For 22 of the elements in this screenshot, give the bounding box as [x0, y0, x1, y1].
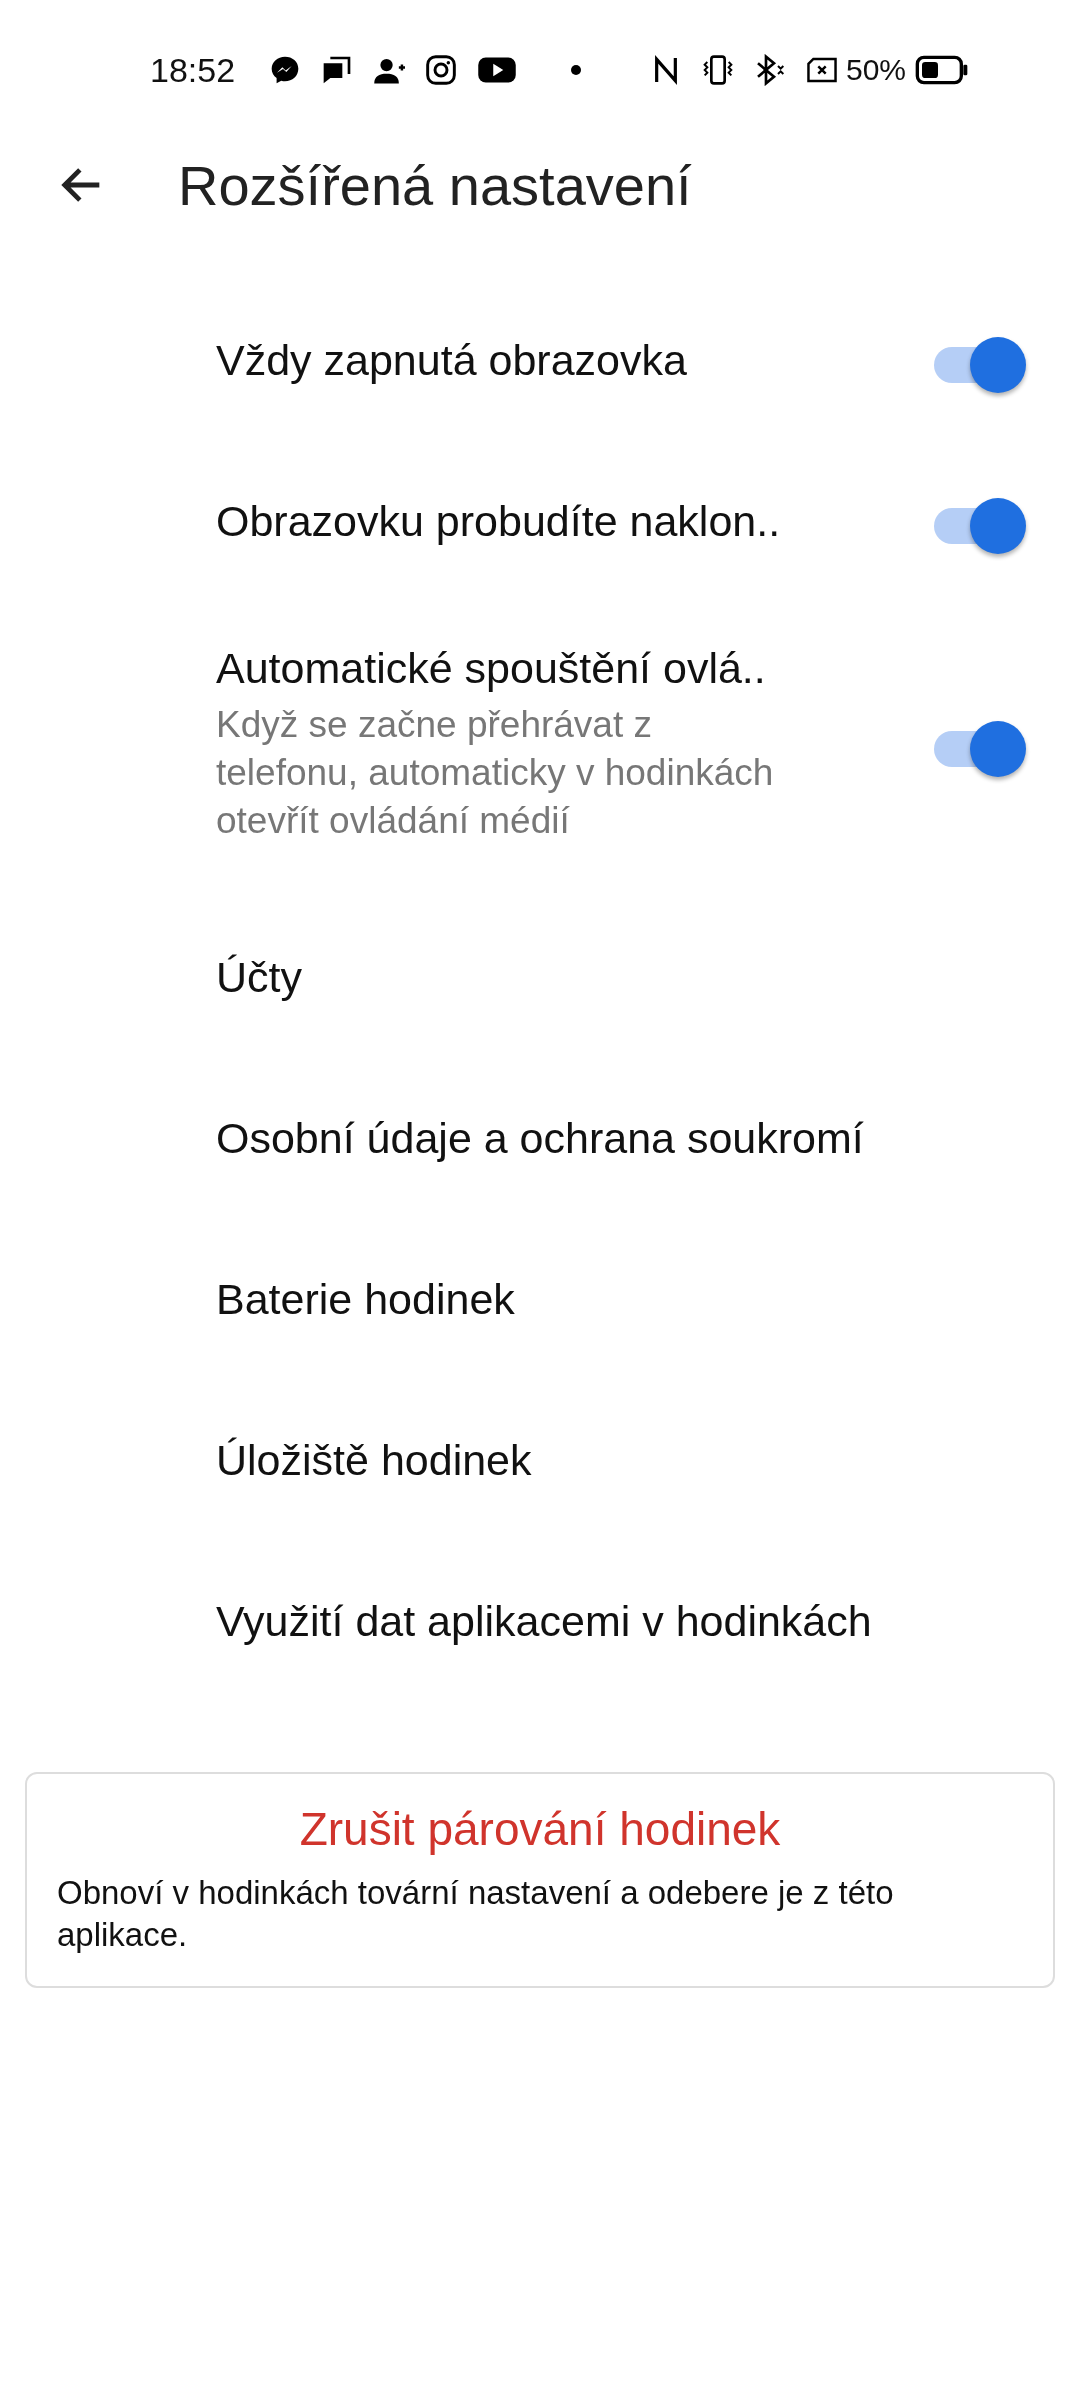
- dot-icon: [571, 65, 582, 75]
- menu-item[interactable]: Účty: [0, 897, 1080, 1058]
- menu-item[interactable]: Úložiště hodinek: [0, 1380, 1080, 1541]
- setting-title: Obrazovku probudíte naklon..: [216, 497, 782, 546]
- setting-description: Když se začne přehrávat z telefonu, automaticky v hodinkách otevřít ovládání médií: [216, 703, 775, 843]
- menu-item[interactable]: Využití dat aplikacemi v hodinkách: [0, 1541, 1080, 1702]
- camera-icon: [425, 54, 458, 86]
- unpair-description: Obnoví v hodinkách tovární nastavení a odebere je z této aplikace.: [57, 1873, 895, 1955]
- setting-title: Vždy zapnutá obrazovka: [216, 336, 688, 385]
- unpair-card[interactable]: Zrušit párování hodinek Obnoví v hodinkách tovární nastavení a odebere je z této aplikace.: [25, 1772, 1055, 1988]
- unpair-title: Zrušit párování hodinek: [298, 1802, 782, 1856]
- setting-row[interactable]: Obrazovku probudíte naklon..: [0, 441, 1080, 602]
- setting-title: Automatické spouštění ovlá..: [216, 644, 767, 693]
- battery-percentage: 50%: [845, 53, 906, 87]
- vibrate-icon: [701, 54, 734, 86]
- status-time: 18:52: [150, 50, 236, 90]
- setting-row[interactable]: Automatické spouštění ovlá.. Když se začne přehrávat z telefonu, automaticky v hodinkách otevřít ovládání médií: [0, 602, 1080, 897]
- battery-icon: [914, 54, 970, 86]
- menu-item[interactable]: Baterie hodinek: [0, 1219, 1080, 1380]
- page-title: Rozšířená nastavení: [178, 152, 692, 218]
- setting-row[interactable]: Vždy zapnutá obrazovka: [0, 280, 1080, 441]
- menu-item[interactable]: Osobní údaje a ochrana soukromí: [0, 1058, 1080, 1219]
